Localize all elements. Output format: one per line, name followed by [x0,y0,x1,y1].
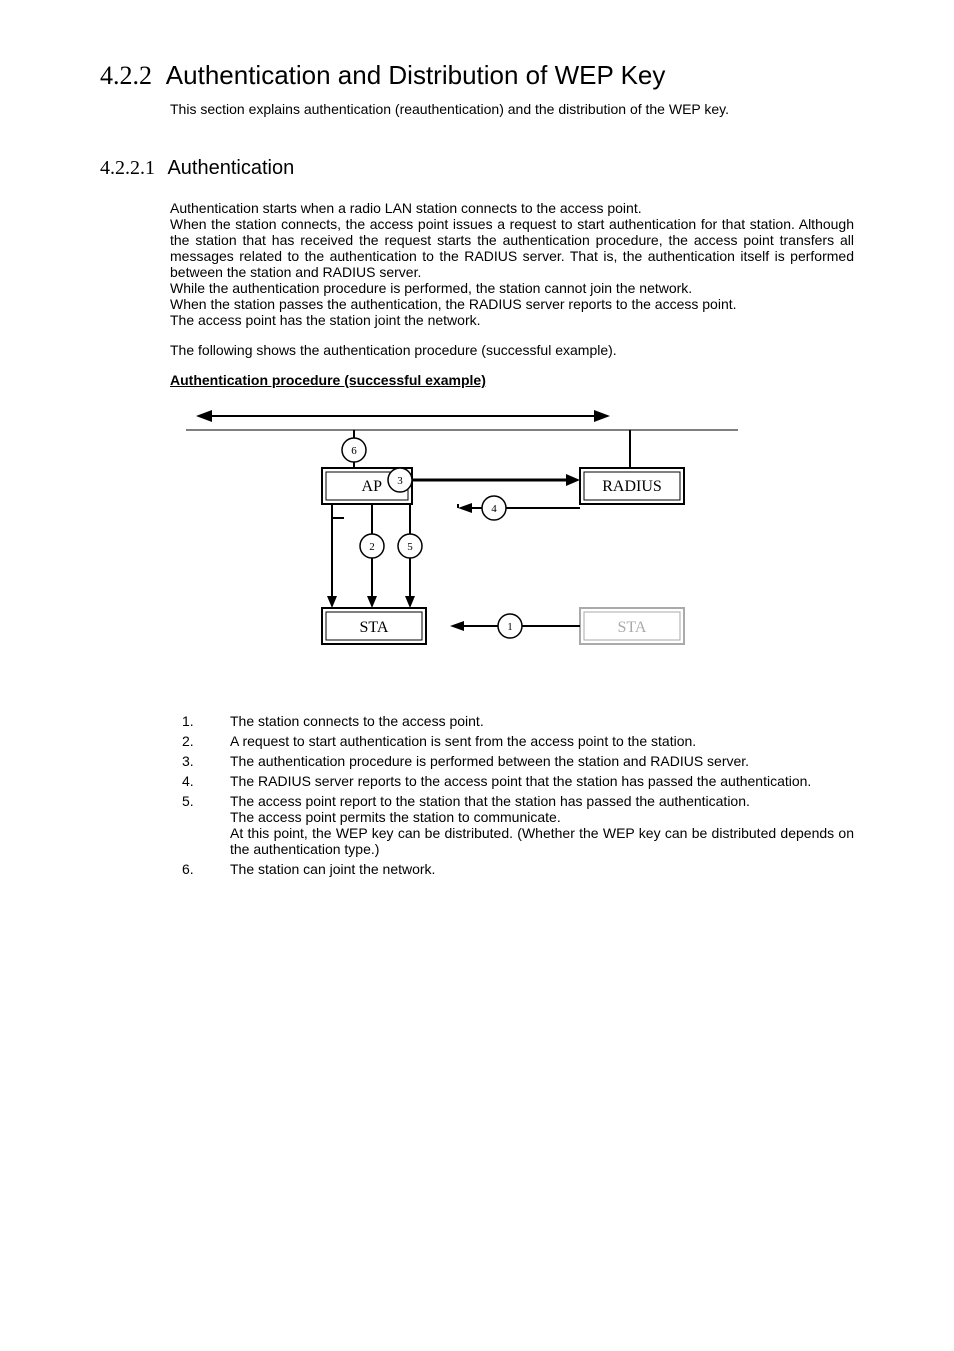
step-text: The authentication procedure is performe… [230,753,854,769]
step-circle-6: 6 [342,438,366,462]
step-text: The station connects to the access point… [230,713,854,729]
arrow-3 [412,474,580,486]
para-line: Authentication starts when a radio LAN s… [170,200,642,216]
step-number: 6. [170,861,230,877]
subsection-title: Authentication [167,157,294,179]
arrow-down-left [327,504,344,608]
step-text: The access point report to the station t… [230,793,854,857]
sta-box: STA [322,608,426,644]
svg-text:3: 3 [397,475,403,487]
sta-label: STA [360,619,389,636]
radius-label: RADIUS [602,478,662,495]
step-text: A request to start authentication is sen… [230,733,854,749]
step-circle-2: 2 [360,534,384,558]
ap-label: AP [362,478,383,495]
steps-list: 1. The station connects to the access po… [170,713,854,877]
list-item: 5. The access point report to the statio… [170,793,854,857]
svg-text:5: 5 [407,541,413,553]
sta-box-grey: STA [580,608,684,644]
paragraph: Authentication starts when a radio LAN s… [170,200,854,328]
para-line: When the station passes the authenticati… [170,296,737,312]
subsection-body: Authentication starts when a radio LAN s… [170,200,854,877]
step-number: 5. [170,793,230,857]
para-line: While the authentication procedure is pe… [170,280,692,296]
list-item: 2. A request to start authentication is … [170,733,854,749]
diagram-caption: Authentication procedure (successful exa… [170,372,854,388]
network-bus-arrow [196,410,610,422]
section-number: 4.2.2 [100,61,152,90]
subsection-heading: 4.2.2.1 Authentication [100,157,854,180]
section-heading: 4.2.2 Authentication and Distribution of… [100,60,854,91]
diagram: AP RADIUS [182,400,854,693]
step-circle-4: 4 [482,496,506,520]
svg-text:1: 1 [507,621,513,633]
svg-text:6: 6 [351,445,357,457]
step-circle-1: 1 [498,614,522,638]
step-number: 3. [170,753,230,769]
step-text: The RADIUS server reports to the access … [230,773,854,789]
subsection-number: 4.2.2.1 [100,157,155,179]
step-circle-5: 5 [398,534,422,558]
list-item: 3. The authentication procedure is perfo… [170,753,854,769]
step-number: 2. [170,733,230,749]
svg-text:2: 2 [369,541,375,553]
arrow-4 [458,503,580,513]
paragraph: The following shows the authentication p… [170,342,854,358]
document-page: 4.2.2 Authentication and Distribution of… [0,0,954,1351]
sta-grey-label: STA [618,619,647,636]
step-text: The station can joint the network. [230,861,854,877]
step-number: 1. [170,713,230,729]
step-number: 4. [170,773,230,789]
radius-box: RADIUS [580,468,684,504]
section-intro: This section explains authentication (re… [170,101,854,117]
section-title: Authentication and Distribution of WEP K… [166,60,666,90]
para-line: When the station connects, the access po… [170,216,854,280]
svg-text:4: 4 [491,503,497,515]
diagram-svg: AP RADIUS [182,400,742,690]
para-line: The access point has the station joint t… [170,312,481,328]
list-item: 1. The station connects to the access po… [170,713,854,729]
list-item: 6. The station can joint the network. [170,861,854,877]
step-circle-3: 3 [388,468,412,492]
list-item: 4. The RADIUS server reports to the acce… [170,773,854,789]
